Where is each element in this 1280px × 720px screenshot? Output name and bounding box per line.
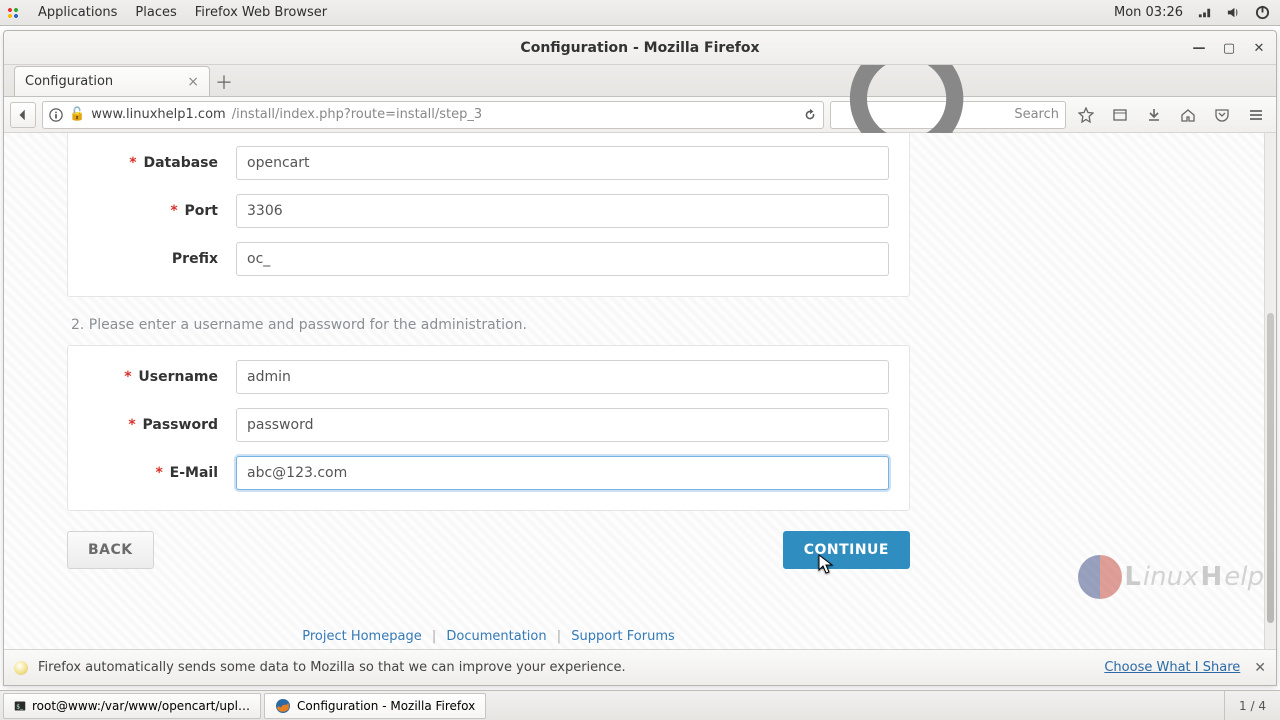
firefox-window: Configuration - Mozilla Firefox — ▢ ✕ Co… <box>3 30 1277 686</box>
database-input[interactable] <box>236 146 889 180</box>
username-label: * Username <box>88 369 218 385</box>
hamburger-menu-icon[interactable] <box>1242 101 1270 129</box>
project-homepage-link[interactable]: Project Homepage <box>302 629 421 644</box>
documentation-link[interactable]: Documentation <box>446 629 546 644</box>
gnome-top-panel: Applications Places Firefox Web Browser … <box>0 0 1280 26</box>
terminal-icon: $_ <box>14 698 26 714</box>
task-firefox[interactable]: Configuration - Mozilla Firefox <box>264 693 486 719</box>
applications-menu[interactable]: Applications <box>38 5 117 20</box>
back-button-form[interactable]: BACK <box>67 531 154 569</box>
task-terminal[interactable]: $_ root@www:/var/www/opencart/upl… <box>3 693 261 719</box>
tab-close-icon[interactable]: × <box>187 74 199 90</box>
browser-tab[interactable]: Configuration × <box>14 66 210 96</box>
volume-icon[interactable] <box>1226 5 1241 20</box>
port-label: * Port <box>88 203 218 219</box>
search-placeholder: Search <box>1014 107 1059 122</box>
close-window-button[interactable]: ✕ <box>1248 37 1270 59</box>
port-input[interactable] <box>236 194 889 228</box>
password-label: * Password <box>88 417 218 433</box>
back-button[interactable] <box>10 102 36 128</box>
choose-share-link[interactable]: Choose What I Share <box>1104 660 1240 675</box>
library-icon[interactable] <box>1106 101 1134 129</box>
current-app-label[interactable]: Firefox Web Browser <box>195 5 327 20</box>
db-panel: * Database * Port Prefix <box>67 133 910 297</box>
clock[interactable]: Mon 03:26 <box>1114 5 1183 20</box>
insecure-icon: 🔓 <box>69 107 85 122</box>
password-input[interactable] <box>236 408 889 442</box>
network-icon[interactable] <box>1197 5 1212 20</box>
username-input[interactable] <box>236 360 889 394</box>
info-icon[interactable] <box>49 108 63 122</box>
database-label: * Database <box>88 155 218 171</box>
gnome-task-panel: $_ root@www:/var/www/opencart/upl… Confi… <box>0 690 1280 720</box>
prefix-label: Prefix <box>88 251 218 267</box>
downloads-icon[interactable] <box>1140 101 1168 129</box>
activities-icon <box>6 6 20 20</box>
places-menu[interactable]: Places <box>135 5 176 20</box>
page-viewport: * Database * Port Prefix 2. Please enter… <box>4 133 1276 649</box>
continue-button[interactable]: CONTINUE <box>783 531 910 569</box>
email-label: * E-Mail <box>88 465 218 481</box>
power-icon[interactable] <box>1255 5 1270 20</box>
new-tab-button[interactable]: ＋ <box>210 68 238 96</box>
footer-links: Project Homepage | Documentation | Suppo… <box>67 629 910 644</box>
search-bar[interactable]: Search <box>830 101 1066 129</box>
tab-title: Configuration <box>25 74 113 89</box>
home-icon[interactable] <box>1174 101 1202 129</box>
svg-text:$_: $_ <box>16 703 24 710</box>
prefix-input[interactable] <box>236 242 889 276</box>
admin-panel: * Username * Password * E-Mail <box>67 345 910 511</box>
firefox-icon <box>275 698 291 714</box>
tab-strip: Configuration × ＋ <box>4 65 1276 97</box>
window-titlebar[interactable]: Configuration - Mozilla Firefox — ▢ ✕ <box>4 31 1276 65</box>
url-path: /install/index.php?route=install/step_3 <box>232 107 482 122</box>
bookmark-star-icon[interactable] <box>1072 101 1100 129</box>
url-bar[interactable]: 🔓 www.linuxhelp1.com/install/index.php?r… <box>42 101 824 129</box>
task-terminal-label: root@www:/var/www/opencart/upl… <box>32 699 250 713</box>
minimize-button[interactable]: — <box>1188 37 1210 59</box>
task-firefox-label: Configuration - Mozilla Firefox <box>297 699 475 713</box>
maximize-button[interactable]: ▢ <box>1218 37 1240 59</box>
scrollbar-thumb[interactable] <box>1267 313 1274 623</box>
admin-section-heading: 2. Please enter a username and password … <box>71 317 910 333</box>
support-forums-link[interactable]: Support Forums <box>571 629 675 644</box>
url-host: www.linuxhelp1.com <box>91 107 226 122</box>
email-input[interactable] <box>236 456 889 490</box>
notification-close-icon[interactable]: ✕ <box>1254 660 1266 676</box>
viewport-scrollbar[interactable] <box>1264 133 1276 649</box>
workspace-indicator[interactable]: 1 / 4 <box>1224 691 1280 720</box>
firefox-notification-bar: Firefox automatically sends some data to… <box>4 649 1276 685</box>
reload-icon[interactable] <box>803 108 817 122</box>
pocket-icon[interactable] <box>1208 101 1236 129</box>
nav-toolbar: 🔓 www.linuxhelp1.com/install/index.php?r… <box>4 97 1276 133</box>
bulb-icon <box>14 661 28 675</box>
window-title: Configuration - Mozilla Firefox <box>520 40 759 56</box>
notification-text: Firefox automatically sends some data to… <box>38 660 626 675</box>
